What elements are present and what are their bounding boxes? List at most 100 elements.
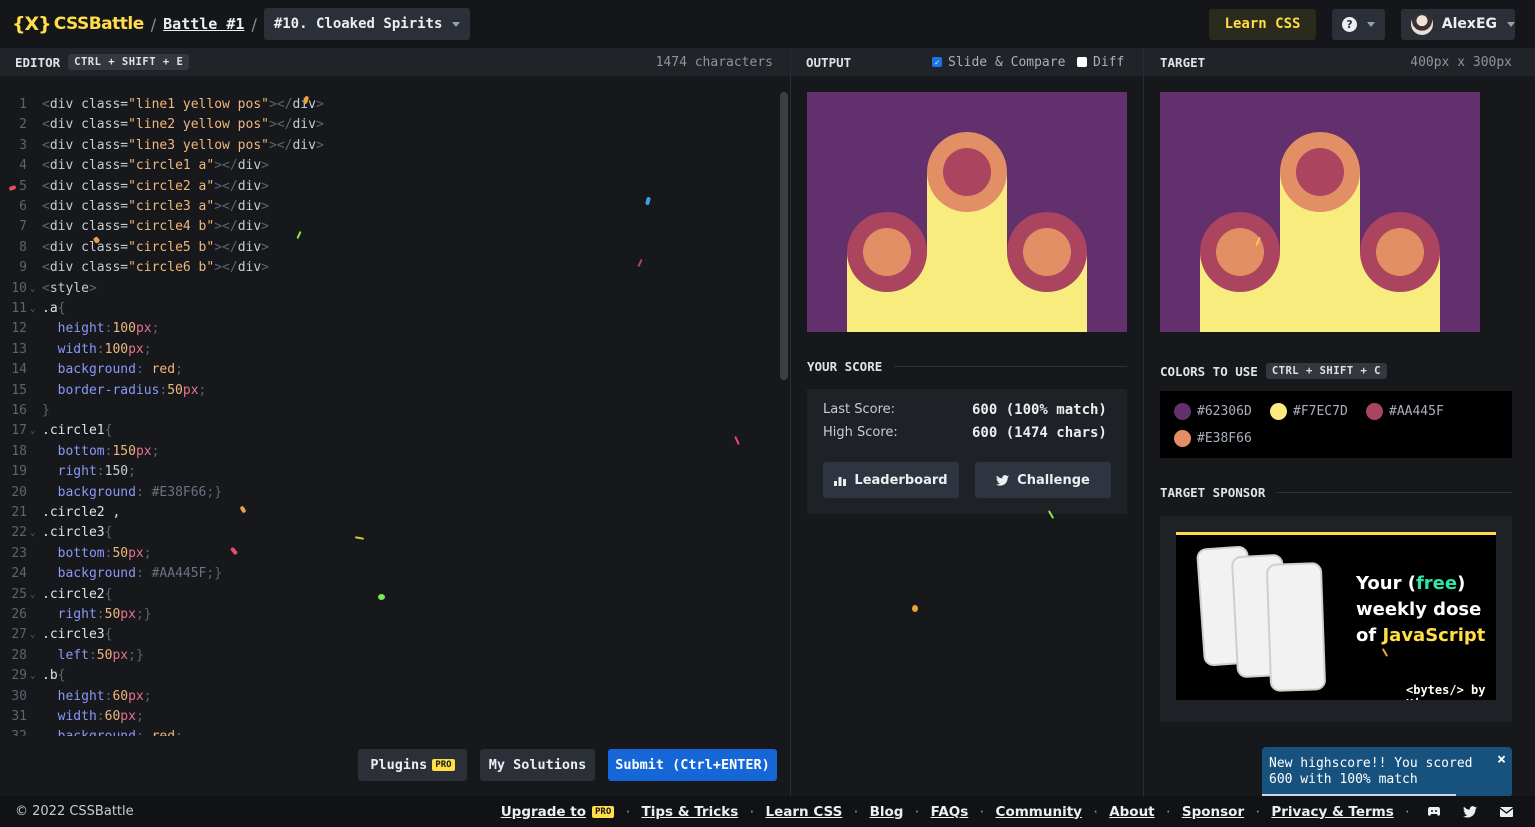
twitter-icon[interactable] (1459, 802, 1481, 822)
code-line[interactable]: 14 background: red; (0, 360, 775, 380)
fold-icon[interactable]: ⌄ (30, 625, 35, 645)
code-line[interactable]: 26 right:50px;} (0, 605, 775, 625)
discord-icon[interactable] (1423, 802, 1445, 822)
code-line[interactable]: 24 background: #AA445F;} (0, 564, 775, 584)
footer-link-tips[interactable]: Tips & Tricks (642, 804, 739, 820)
code-line[interactable]: 20 background: #E38F66;} (0, 483, 775, 503)
code-line[interactable]: 28 left:50px;} (0, 646, 775, 666)
code-line[interactable]: 1 <div class="line1 yellow pos"></div> (0, 95, 775, 115)
code-line[interactable]: 13 width:100px; (0, 340, 775, 360)
editor-header: EDITOR CTRL + SHIFT + E 1474 characters (0, 48, 790, 76)
code-line[interactable]: 11 ⌄ .a{ (0, 299, 775, 319)
code-line[interactable]: 32 background: red; (0, 727, 775, 736)
code-line[interactable]: 15 border-radius:50px; (0, 381, 775, 401)
diff-checkbox[interactable] (1077, 57, 1087, 67)
target-header: TARGET 400px x 300px (1144, 48, 1535, 76)
color-swatch-item[interactable]: #F7EC7D (1270, 403, 1348, 420)
footer-link-privacy[interactable]: Privacy & Terms (1271, 804, 1393, 820)
cssbattle-logo[interactable]: {X} CSSBattle (12, 13, 144, 35)
help-button[interactable]: ? (1332, 8, 1385, 40)
last-score-value: 600 (100% match) (972, 402, 1107, 418)
code-line[interactable]: 8 <div class="circle5 b"></div> (0, 238, 775, 258)
mail-icon[interactable] (1495, 802, 1517, 822)
code-line[interactable]: 6 <div class="circle3 a"></div> (0, 197, 775, 217)
code-line[interactable]: 16} (0, 401, 775, 421)
line-number: 27 (11, 627, 27, 643)
code-text: <div class="circle6 b"></div> (42, 260, 269, 276)
color-swatch-item[interactable]: #62306D (1174, 403, 1252, 420)
footer-separator: · (913, 804, 921, 819)
fold-icon[interactable]: ⌄ (30, 299, 35, 319)
code-line[interactable]: 27 ⌄ .circle3{ (0, 625, 775, 645)
slide-compare-toggle[interactable]: ✓ Slide & Compare (932, 55, 1065, 70)
code-line[interactable]: 23 bottom:50px; (0, 544, 775, 564)
fold-icon[interactable]: ⌄ (30, 421, 35, 441)
color-swatch-item[interactable]: #AA445F (1366, 403, 1444, 420)
footer-link-about[interactable]: About (1109, 804, 1154, 820)
footer-link-learn-css[interactable]: Learn CSS (765, 804, 842, 820)
sponsor-section-title: TARGET SPONSOR (1160, 485, 1512, 500)
slide-compare-checkbox[interactable]: ✓ (932, 57, 942, 67)
footer-separator: · (748, 804, 756, 819)
footer-separator: · (1403, 804, 1411, 819)
footer-link-upgrade[interactable]: Upgrade to (501, 804, 586, 820)
fold-icon[interactable]: ⌄ (30, 523, 35, 543)
code-line[interactable]: 18 bottom:150px; (0, 442, 775, 462)
code-line[interactable]: 2 <div class="line2 yellow pos"></div> (0, 115, 775, 135)
code-line[interactable]: 9 <div class="circle6 b"></div> (0, 258, 775, 278)
line-number: 29 (11, 668, 27, 684)
code-line[interactable]: 29 ⌄ .b{ (0, 666, 775, 686)
code-line[interactable]: 5 <div class="circle2 a"></div> (0, 177, 775, 197)
code-line[interactable]: 4 <div class="circle1 a"></div> (0, 156, 775, 176)
leaderboard-button[interactable]: Leaderboard (823, 462, 959, 498)
submit-button[interactable]: Submit (Ctrl+ENTER) (608, 749, 777, 781)
code-line[interactable]: 17 ⌄ .circle1{ (0, 421, 775, 441)
close-icon[interactable]: × (1497, 751, 1506, 767)
code-line[interactable]: 30 height:60px; (0, 687, 775, 707)
challenge-button[interactable]: Challenge (975, 462, 1111, 498)
fold-icon[interactable]: ⌄ (30, 666, 35, 686)
sponsor-text: of (1356, 625, 1383, 646)
pro-badge: PRO (592, 805, 615, 818)
code-line[interactable]: 12 height:100px; (0, 319, 775, 339)
code-line[interactable]: 3 <div class="line3 yellow pos"></div> (0, 136, 775, 156)
code-line[interactable]: 31 width:60px; (0, 707, 775, 727)
code-editor[interactable]: 1 <div class="line1 yellow pos"></div> 2 <d… (0, 76, 790, 736)
footer-link-faqs[interactable]: FAQs (931, 804, 969, 820)
sponsor-ad[interactable]: Your (free) weekly dose of JavaScript <b… (1176, 532, 1496, 700)
footer-link-blog[interactable]: Blog (870, 804, 904, 820)
panel-divider[interactable] (790, 48, 791, 796)
code-line[interactable]: 10 ⌄ <style> (0, 279, 775, 299)
editor-scrollbar[interactable] (780, 92, 788, 380)
my-solutions-button[interactable]: My Solutions (480, 749, 595, 781)
footer: © 2022 CSSBattle Upgrade to PRO · Tips &… (0, 796, 1535, 827)
plugins-button[interactable]: Plugins PRO (358, 749, 467, 781)
output-preview[interactable] (807, 92, 1127, 332)
learn-css-button[interactable]: Learn CSS (1209, 8, 1316, 40)
code-line[interactable]: 22 ⌄ .circle3{ (0, 523, 775, 543)
code-line[interactable]: 19 right:150; (0, 462, 775, 482)
color-hex-label: #E38F66 (1197, 431, 1252, 446)
target-image[interactable] (1160, 92, 1480, 332)
footer-link-sponsor[interactable]: Sponsor (1182, 804, 1244, 820)
fold-icon[interactable]: ⌄ (30, 585, 35, 605)
mail-icon-glyph (1499, 806, 1513, 817)
color-swatch (1270, 403, 1287, 420)
sponsor-title: TARGET SPONSOR (1160, 485, 1266, 500)
footer-link-community[interactable]: Community (996, 804, 1082, 820)
code-line[interactable]: 25 ⌄ .circle2{ (0, 585, 775, 605)
code-line[interactable]: 7 <div class="circle4 b"></div> (0, 217, 775, 237)
output-shape (863, 228, 911, 276)
line-number: 3 (19, 137, 27, 153)
color-swatch-item[interactable]: #E38F66 (1174, 430, 1252, 447)
code-text: <div class="circle4 b"></div> (42, 219, 269, 235)
last-score-row: Last Score: 600 (100% match) (823, 402, 1107, 418)
fold-icon[interactable]: ⌄ (30, 279, 35, 299)
sponsor-headline: Your (free) weekly dose of JavaScript (1356, 571, 1485, 649)
leaderboard-label: Leaderboard (854, 472, 948, 488)
code-line[interactable]: 21 .circle2 , (0, 503, 775, 523)
diff-toggle[interactable]: Diff (1077, 55, 1124, 70)
target-select[interactable]: #10. Cloaked Spirits (263, 8, 471, 40)
user-menu-button[interactable]: AlexEG (1401, 8, 1515, 40)
battle-link[interactable]: Battle #1 (163, 15, 244, 33)
